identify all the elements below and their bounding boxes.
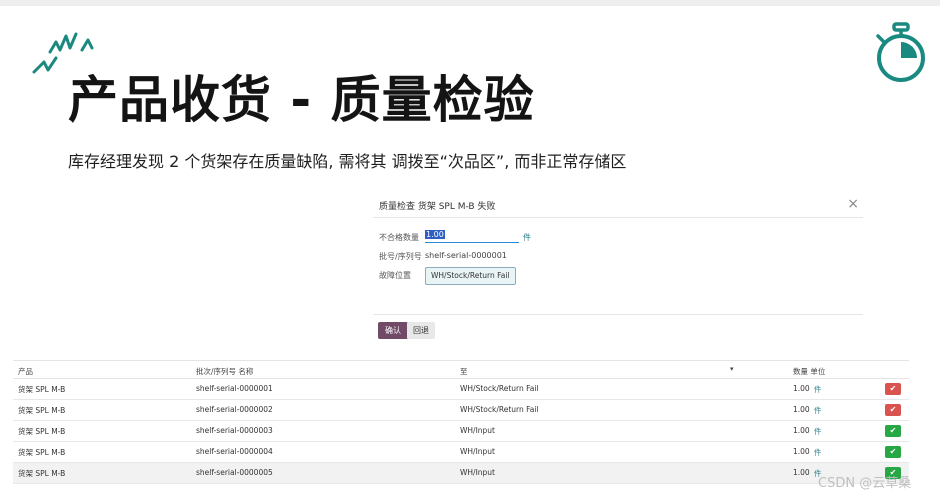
serial-value: shelf-serial-0000001 [425,251,507,260]
serial-label: 批号/序列号 [379,252,422,261]
row-serial: shelf-serial-0000003 [196,426,273,435]
row-destination: WH/Input [460,447,496,456]
row-qty: 1.00 [793,405,810,414]
slide-subtitle: 库存经理发现 2 个货架存在质量缺陷, 需将其 调拨至“次品区”, 而非正常存储… [68,152,627,171]
row-destination: WH/Input [460,426,496,435]
row-serial: shelf-serial-0000005 [196,468,273,477]
close-icon[interactable]: × [847,195,859,213]
row-serial: shelf-serial-0000004 [196,447,273,456]
row-qty: 1.00 [793,468,810,477]
row-destination: WH/Stock/Return Fail [460,405,539,414]
slide-title: 产品收货 - 质量检验 [68,71,535,129]
row-destination: WH/Stock/Return Fail [460,384,539,393]
qty-input[interactable]: 1.00 [425,230,519,243]
header-to[interactable]: 至 [460,366,468,377]
table-row[interactable]: 货架 SPL M-B shelf-serial-0000005 WH/Input… [13,463,909,484]
quality-pass-button[interactable]: ✔ [885,425,901,437]
row-serial: shelf-serial-0000002 [196,405,273,414]
header-serial[interactable]: 批次/序列号 名称 [196,366,253,377]
top-strip [0,0,940,6]
location-select[interactable]: WH/Stock/Return Fail [425,267,516,285]
move-lines-table: 产品 批次/序列号 名称 至 ▾ 数量 单位 货架 SPL M-B shelf-… [13,360,909,484]
row-unit: 件 [814,406,822,415]
quality-check-dialog: 质量检查 货架 SPL M-B 失败 × 不合格数量 1.00 件 批号/序列号… [373,192,863,344]
qty-value: 1.00 [425,230,445,239]
header-product[interactable]: 产品 [18,366,33,377]
row-product: 货架 SPL M-B [18,385,66,394]
row-unit: 件 [814,427,822,436]
location-label: 故障位置 [379,271,411,280]
row-product: 货架 SPL M-B [18,406,66,415]
row-unit: 件 [814,385,822,394]
row-qty: 1.00 [793,426,810,435]
dialog-header: 质量检查 货架 SPL M-B 失败 × [373,192,863,218]
header-qty-unit[interactable]: 数量 单位 [793,366,825,377]
stopwatch-icon [876,22,925,82]
table-row[interactable]: 货架 SPL M-B shelf-serial-0000001 WH/Stock… [13,379,909,400]
row-product: 货架 SPL M-B [18,469,66,478]
row-unit: 件 [814,448,822,457]
confirm-button[interactable]: 确认 [378,322,408,339]
quality-fail-button[interactable]: ✔ [885,404,901,416]
cancel-button[interactable]: 回退 [407,322,435,339]
row-qty: 1.00 [793,447,810,456]
qty-unit: 件 [523,233,531,242]
table-row[interactable]: 货架 SPL M-B shelf-serial-0000004 WH/Input… [13,442,909,463]
quality-pass-button[interactable]: ✔ [885,446,901,458]
sort-caret-icon[interactable]: ▾ [730,365,734,373]
row-qty: 1.00 [793,384,810,393]
row-product: 货架 SPL M-B [18,448,66,457]
row-product: 货架 SPL M-B [18,427,66,436]
table-header: 产品 批次/序列号 名称 至 ▾ 数量 单位 [13,360,909,379]
dialog-footer: 确认 回退 [373,314,863,344]
qty-label: 不合格数量 [379,233,419,242]
quality-fail-button[interactable]: ✔ [885,383,901,395]
watermark: CSDN @云草桑 [818,476,912,491]
table-row[interactable]: 货架 SPL M-B shelf-serial-0000003 WH/Input… [13,421,909,442]
table-row[interactable]: 货架 SPL M-B shelf-serial-0000002 WH/Stock… [13,400,909,421]
row-serial: shelf-serial-0000001 [196,384,273,393]
dialog-title: 质量检查 货架 SPL M-B 失败 [379,202,496,212]
row-destination: WH/Input [460,468,496,477]
